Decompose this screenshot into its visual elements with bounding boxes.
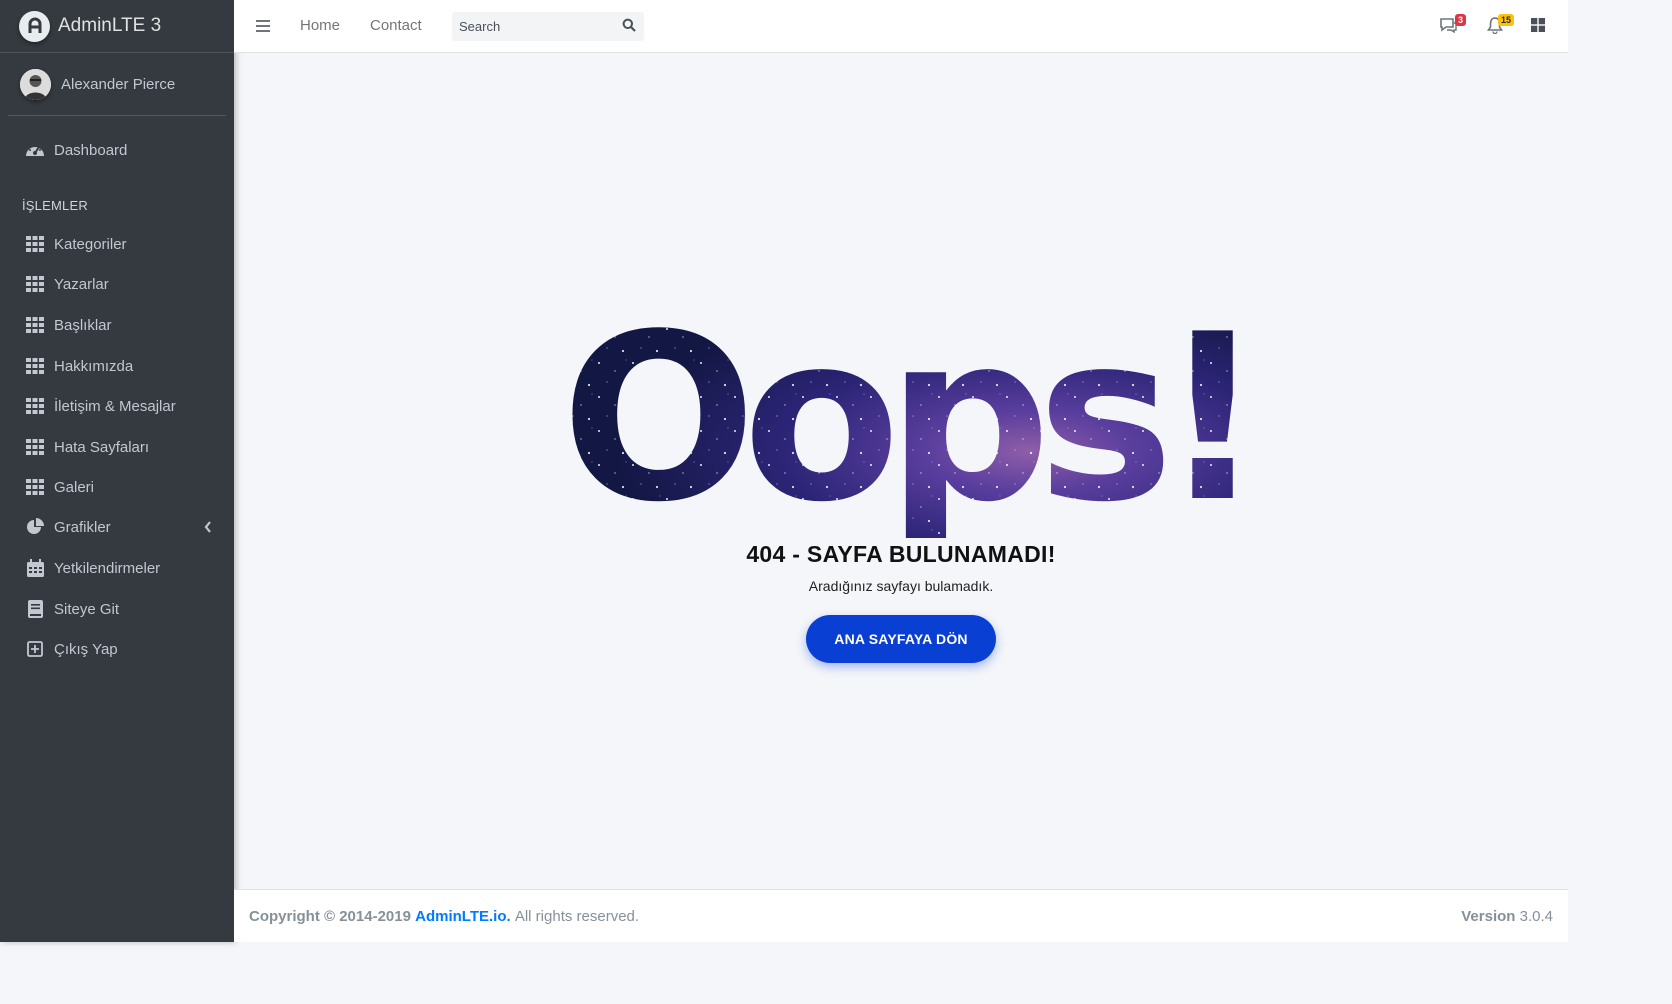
sidebar-item-label: Hata Sayfaları xyxy=(54,438,150,456)
error-subtitle: Aradığınız sayfayı bulamadık. xyxy=(808,578,994,594)
sidebar-item-label: Grafikler xyxy=(54,518,111,536)
table-icon xyxy=(25,356,45,376)
brand-text: AdminLTE 3 xyxy=(58,15,162,36)
oops-stars-overlay: Oops! xyxy=(561,323,1241,538)
nav-link-contact[interactable]: Contact xyxy=(370,17,422,34)
top-navbar: Home Contact 3 15 xyxy=(234,0,1568,53)
sidebar-item-label: Hakkımızda xyxy=(54,357,134,375)
calendar-icon xyxy=(25,558,45,578)
main-sidebar: AdminLTE 3 Alexander Pierce Dashboard İŞ… xyxy=(0,0,234,942)
sidebar-item-siteye-git[interactable]: Siteye Git xyxy=(8,590,226,628)
sidebar-item-hakkimizda[interactable]: Hakkımızda xyxy=(8,347,226,385)
version-value: 3.0.4 xyxy=(1519,907,1553,925)
sidebar-item-label: Kategoriler xyxy=(54,235,127,253)
sidebar-item-basliklar[interactable]: Başlıklar xyxy=(8,306,226,344)
oops-headline: Oops! Oops! xyxy=(561,323,1241,538)
pie-chart-icon xyxy=(25,517,45,537)
sidebar-item-hata-sayfalari[interactable]: Hata Sayfaları xyxy=(8,428,226,466)
search-icon[interactable] xyxy=(622,18,638,34)
sidebar-item-iletisim[interactable]: İletişim & Mesajlar xyxy=(8,387,226,425)
hamburger-menu-icon[interactable] xyxy=(255,18,271,34)
sidebar-item-grafikler[interactable]: Grafikler xyxy=(8,508,226,546)
sidebar-item-yetkilendirmeler[interactable]: Yetkilendirmeler xyxy=(8,549,226,587)
brand-link[interactable]: AdminLTE 3 xyxy=(0,0,234,53)
brand-logo xyxy=(19,10,50,42)
table-icon xyxy=(25,396,45,416)
table-icon xyxy=(25,315,45,335)
footer-version: Version 3.0.4 xyxy=(1461,908,1553,925)
user-name: Alexander Pierce xyxy=(61,75,176,93)
table-icon xyxy=(25,234,45,254)
table-icon xyxy=(25,437,45,457)
sidebar-item-kategoriler[interactable]: Kategoriler xyxy=(8,225,226,263)
plus-square-icon xyxy=(25,639,45,659)
sidebar-item-label: Dashboard xyxy=(54,141,128,159)
navbar-search xyxy=(452,12,644,41)
sidebar-item-label: Siteye Git xyxy=(54,600,120,618)
book-icon xyxy=(25,599,45,619)
sidebar-item-label: Çıkış Yap xyxy=(54,640,118,658)
control-sidebar-icon[interactable] xyxy=(1530,17,1550,37)
notifications-badge: 15 xyxy=(1497,14,1514,26)
sidebar-item-label: İletişim & Mesajlar xyxy=(54,397,176,415)
table-icon xyxy=(25,477,45,497)
error-title: 404 - SAYFA BULUNAMADI! xyxy=(746,541,1056,567)
sidebar-item-label: Başlıklar xyxy=(54,316,112,334)
sidebar-item-label: Galeri xyxy=(54,478,95,496)
sidebar-item-dashboard[interactable]: Dashboard xyxy=(8,131,226,169)
messages-icon[interactable]: 3 xyxy=(1439,14,1466,37)
footer-rights: All rights reserved. xyxy=(514,907,640,925)
user-avatar xyxy=(20,68,51,100)
main-footer: Copyright © 2014-2019 AdminLTE.io. All r… xyxy=(234,889,1568,942)
chevron-left-icon[interactable] xyxy=(204,520,212,537)
sidebar-item-label: Yazarlar xyxy=(54,275,109,293)
sidebar-item-cikis-yap[interactable]: Çıkış Yap xyxy=(8,630,226,668)
tachometer-icon xyxy=(25,140,45,160)
search-input[interactable] xyxy=(452,12,612,41)
sidebar-item-label: Yetkilendirmeler xyxy=(54,559,161,577)
sidebar-item-galeri[interactable]: Galeri xyxy=(8,468,226,506)
bell-icon[interactable]: 15 xyxy=(1487,14,1514,37)
version-label: Version xyxy=(1461,907,1516,925)
messages-badge: 3 xyxy=(1454,14,1466,26)
content-wrapper: Oops! Oops! 404 - SAYFA BULUNAMADI! Arad… xyxy=(234,53,1568,889)
footer-link[interactable]: AdminLTE.io. xyxy=(415,908,511,925)
back-to-home-button[interactable]: ANA SAYFAYA DÖN xyxy=(806,615,996,663)
nav-link-home[interactable]: Home xyxy=(300,17,340,34)
footer-copyright: Copyright © 2014-2019 xyxy=(249,907,411,925)
sidebar-section-header: İŞLEMLER xyxy=(22,198,88,213)
table-icon xyxy=(25,274,45,294)
user-panel[interactable]: Alexander Pierce xyxy=(8,53,226,116)
sidebar-item-yazarlar[interactable]: Yazarlar xyxy=(8,265,226,303)
